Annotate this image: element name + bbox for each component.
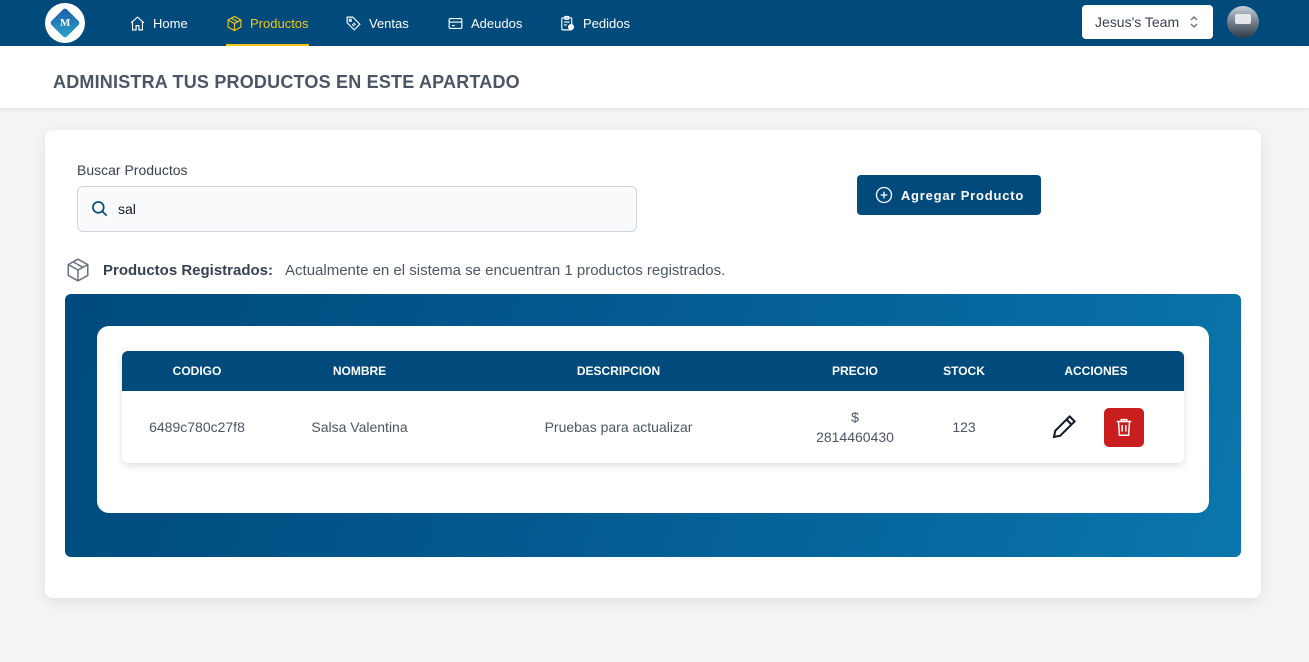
clipboard-icon bbox=[561, 15, 575, 30]
search-icon bbox=[92, 201, 108, 217]
header-descripcion: DESCRIPCION bbox=[576, 364, 661, 378]
edit-icon bbox=[1052, 414, 1076, 439]
app-logo[interactable]: M bbox=[45, 3, 85, 43]
nav-item-label: Pedidos bbox=[583, 15, 630, 31]
search-label: Buscar Productos bbox=[77, 162, 188, 178]
home-icon bbox=[130, 15, 145, 30]
cell-descripcion: Pruebas para actualizar bbox=[544, 419, 693, 435]
trash-icon bbox=[1116, 418, 1131, 436]
products-panel: CODIGO NOMBRE DESCRIPCION PRECIO STOCK A… bbox=[65, 294, 1241, 557]
header-precio: PRECIO bbox=[831, 364, 878, 378]
header-stock: STOCK bbox=[943, 364, 985, 378]
page-header: ADMINISTRA TUS PRODUCTOS EN ESTE APARTAD… bbox=[0, 46, 1309, 109]
page-title: ADMINISTRA TUS PRODUCTOS EN ESTE APARTAD… bbox=[53, 72, 520, 92]
add-product-label: Agregar Producto bbox=[900, 187, 1025, 203]
table-row: 6489c780c27f8 Salsa Valentina Pruebas pa… bbox=[122, 391, 1184, 463]
header-codigo: CODIGO bbox=[172, 364, 222, 378]
price-value: 2814460430 bbox=[816, 429, 894, 445]
add-product-button[interactable]: Agregar Producto bbox=[857, 175, 1041, 215]
table-container: CODIGO NOMBRE DESCRIPCION PRECIO STOCK A… bbox=[97, 326, 1209, 513]
wallet-icon bbox=[448, 17, 463, 29]
nav-item-home[interactable]: Home bbox=[129, 0, 188, 46]
products-card: Buscar Productos Agregar Producto Produc… bbox=[45, 130, 1261, 598]
logo-diamond-icon: M bbox=[49, 7, 81, 39]
nav-item-pedidos[interactable]: Pedidos bbox=[559, 0, 630, 46]
chevron-up-down-icon bbox=[1190, 16, 1198, 28]
search-field[interactable] bbox=[77, 186, 637, 232]
nav-item-label: Productos bbox=[250, 15, 309, 31]
registered-text: Actualmente en el sistema se encuentran … bbox=[285, 261, 726, 279]
cell-nombre: Salsa Valentina bbox=[311, 419, 408, 435]
user-avatar[interactable] bbox=[1227, 6, 1259, 38]
team-selector[interactable]: Jesus's Team bbox=[1082, 5, 1213, 39]
nav-item-adeudos[interactable]: Adeudos bbox=[447, 0, 522, 46]
tag-icon bbox=[346, 16, 361, 31]
search-input[interactable] bbox=[118, 187, 618, 231]
nav-item-label: Home bbox=[153, 15, 188, 31]
registered-label: Productos Registrados: bbox=[103, 261, 274, 279]
header-acciones: ACCIONES bbox=[1064, 364, 1128, 378]
top-navbar: M Home Productos Ventas Adeudos Pedidos … bbox=[0, 0, 1309, 46]
products-table: CODIGO NOMBRE DESCRIPCION PRECIO STOCK A… bbox=[122, 351, 1184, 463]
cell-acciones bbox=[1008, 391, 1184, 463]
cell-precio: $ 2814460430 bbox=[790, 391, 920, 463]
nav-item-label: Adeudos bbox=[471, 15, 523, 31]
cell-stock: 123 bbox=[952, 419, 976, 435]
delete-button[interactable] bbox=[1103, 407, 1144, 447]
edit-button[interactable] bbox=[1049, 412, 1079, 442]
registered-info: Productos Registrados: Actualmente en el… bbox=[65, 258, 725, 282]
team-name: Jesus's Team bbox=[1095, 14, 1180, 30]
table-header: CODIGO NOMBRE DESCRIPCION PRECIO STOCK A… bbox=[122, 351, 1184, 391]
box-icon bbox=[227, 15, 242, 31]
price-symbol: $ bbox=[851, 409, 859, 425]
plus-circle-icon bbox=[875, 186, 893, 204]
header-nombre: NOMBRE bbox=[332, 364, 387, 378]
logo-letter: M bbox=[59, 16, 71, 29]
nav-item-ventas[interactable]: Ventas bbox=[345, 0, 409, 46]
box-icon bbox=[67, 258, 89, 282]
nav-item-productos[interactable]: Productos bbox=[226, 0, 309, 46]
nav-item-label: Ventas bbox=[369, 15, 409, 31]
cell-codigo: 6489c780c27f8 bbox=[149, 419, 245, 435]
